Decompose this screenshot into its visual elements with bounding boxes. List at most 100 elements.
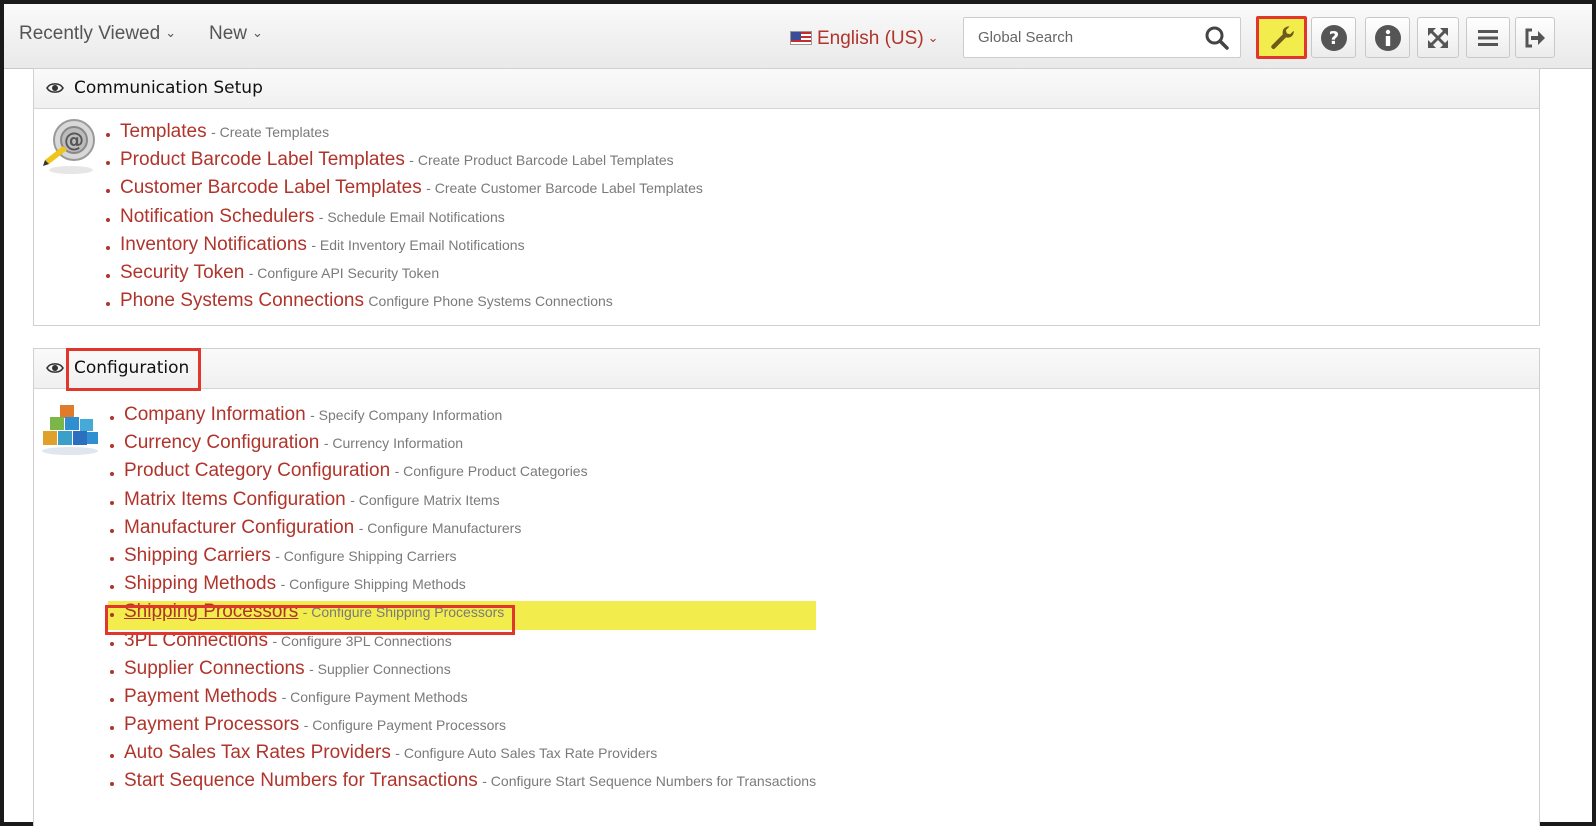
logout-button[interactable] [1515, 17, 1555, 58]
link-description: - Configure API Security Token [248, 264, 440, 281]
link-description: Configure Phone Systems Connections [368, 293, 613, 310]
list-item: Payment Methods - Configure Payment Meth… [108, 686, 816, 714]
link-shipping-processors[interactable]: Shipping Processors [124, 601, 298, 622]
configuration-links: Company Information - Specify Company In… [108, 404, 817, 799]
configuration-panel: Configuration Company Information - Spec… [33, 348, 1540, 826]
link-description: - Create Templates [211, 124, 330, 140]
recently-viewed-label: Recently Viewed [19, 23, 161, 44]
link-description: - Specify Company Information [310, 407, 503, 423]
link-description: - Configure Shipping Carriers [275, 547, 457, 564]
logout-icon [1525, 28, 1545, 47]
eye-icon[interactable] [46, 361, 64, 375]
chevron-down-icon: ⌄ [252, 25, 263, 40]
communication-links: Templates - Create Templates Product Bar… [104, 121, 703, 318]
link-matrix-items-configuration[interactable]: Matrix Items Configuration [124, 489, 346, 510]
list-item: Shipping Methods - Configure Shipping Me… [108, 573, 816, 601]
list-item: Customer Barcode Label Templates - Creat… [104, 177, 703, 205]
link-auto-sales-tax-rates-providers[interactable]: Auto Sales Tax Rates Providers [124, 742, 391, 763]
list-item: Notification Schedulers - Schedule Email… [104, 206, 703, 234]
link-description: - Edit Inventory Email Notifications [311, 236, 525, 253]
link-phone-systems-connections[interactable]: Phone Systems Connections [120, 290, 364, 311]
list-item: Shipping Carriers - Configure Shipping C… [108, 545, 816, 573]
link-company-information[interactable]: Company Information [124, 404, 306, 425]
link-payment-methods[interactable]: Payment Methods [124, 686, 277, 707]
new-label: New [209, 23, 248, 44]
list-item: Auto Sales Tax Rates Providers - Configu… [108, 742, 816, 770]
link-notification-schedulers[interactable]: Notification Schedulers [120, 206, 314, 227]
recently-viewed-dropdown[interactable]: Recently Viewed ⌄ [19, 23, 176, 45]
help-button[interactable]: ? [1311, 17, 1356, 58]
chevron-down-icon: ⌄ [165, 25, 177, 40]
link-currency-configuration[interactable]: Currency Configuration [124, 432, 319, 453]
link-description: - Configure Payment Methods [281, 688, 468, 705]
svg-text:?: ? [1328, 28, 1338, 49]
eye-icon[interactable] [46, 81, 64, 95]
list-item: Inventory Notifications - Edit Inventory… [104, 234, 703, 262]
link-3pl-connections[interactable]: 3PL Connections [124, 630, 268, 651]
link-product-category-configuration[interactable]: Product Category Configuration [124, 460, 390, 481]
list-item: 3PL Connections - Configure 3PL Connecti… [108, 630, 816, 658]
new-dropdown[interactable]: New ⌄ [209, 23, 263, 45]
link-templates[interactable]: Templates [120, 121, 207, 142]
language-label: English (US) [817, 28, 924, 49]
menu-icon [1478, 29, 1498, 46]
link-description: - Configure Start Sequence Numbers for T… [482, 773, 817, 790]
info-button[interactable] [1365, 17, 1410, 58]
link-product-barcode-label-templates[interactable]: Product Barcode Label Templates [120, 149, 405, 170]
menu-button[interactable] [1466, 17, 1510, 58]
panel-header: Configuration [34, 348, 1539, 391]
list-item: Start Sequence Numbers for Transactions … [108, 770, 816, 798]
list-item: Payment Processors - Configure Payment P… [108, 714, 816, 742]
svg-text:@: @ [64, 128, 84, 152]
link-description: - Currency Information [323, 435, 464, 452]
list-item: Company Information - Specify Company In… [108, 404, 816, 432]
link-supplier-connections[interactable]: Supplier Connections [124, 658, 305, 679]
link-manufacturer-configuration[interactable]: Manufacturer Configuration [124, 517, 354, 538]
link-customer-barcode-label-templates[interactable]: Customer Barcode Label Templates [120, 177, 422, 198]
fullscreen-button[interactable] [1417, 17, 1459, 58]
callout-box [66, 348, 201, 391]
search-input[interactable] [964, 18, 1194, 57]
fullscreen-icon [1428, 27, 1448, 48]
chevron-down-icon: ⌄ [927, 30, 939, 45]
configuration-image [42, 405, 98, 455]
list-item: Templates - Create Templates [104, 121, 703, 149]
language-selector[interactable]: English (US) ⌄ [790, 28, 939, 50]
communication-setup-panel: Communication Setup @ Templates - Create… [33, 68, 1540, 326]
panel-title: Communication Setup [74, 78, 263, 98]
link-shipping-carriers[interactable]: Shipping Carriers [124, 545, 271, 566]
link-description: - Supplier Connections [309, 660, 451, 677]
communication-setup-image: @ [43, 119, 95, 174]
link-start-sequence-numbers[interactable]: Start Sequence Numbers for Transactions [124, 770, 478, 791]
link-description: - Schedule Email Notifications [318, 208, 505, 225]
list-item-selected: Shipping Processors - Configure Shipping… [108, 601, 817, 630]
link-description: - Configure Shipping Processors [302, 604, 505, 621]
link-payment-processors[interactable]: Payment Processors [124, 714, 299, 735]
link-description: - Configure Shipping Methods [280, 576, 466, 593]
list-item: Product Barcode Label Templates - Create… [104, 149, 703, 177]
list-item: Supplier Connections - Supplier Connecti… [108, 658, 816, 686]
link-inventory-notifications[interactable]: Inventory Notifications [120, 234, 307, 255]
list-item: Matrix Items Configuration - Configure M… [108, 489, 816, 517]
link-description: - Configure Auto Sales Tax Rate Provider… [395, 745, 658, 762]
list-item: Manufacturer Configuration - Configure M… [108, 517, 816, 545]
link-description: - Configure 3PL Connections [272, 632, 452, 649]
global-search [963, 17, 1241, 58]
link-description: - Configure Product Categories [394, 463, 588, 480]
link-shipping-methods[interactable]: Shipping Methods [124, 573, 276, 594]
list-item: Currency Configuration - Currency Inform… [108, 432, 816, 460]
top-bar: Recently Viewed⌄ New⌄ English (US)⌄ ? [4, 4, 1592, 69]
link-description: - Configure Matrix Items [350, 491, 500, 508]
search-icon[interactable] [1204, 25, 1230, 51]
link-security-token[interactable]: Security Token [120, 262, 244, 283]
info-icon [1374, 24, 1401, 51]
link-description: - Configure Manufacturers [358, 519, 522, 536]
list-item: Phone Systems Connections Configure Phon… [104, 290, 703, 318]
settings-button[interactable] [1256, 16, 1307, 59]
link-description: - Create Product Barcode Label Templates [409, 152, 674, 169]
link-description: - Configure Payment Processors [303, 717, 507, 734]
help-icon: ? [1320, 24, 1347, 51]
list-item: Product Category Configuration - Configu… [108, 460, 816, 488]
list-item: Security Token - Configure API Security … [104, 262, 703, 290]
flag-us-icon [790, 31, 812, 45]
